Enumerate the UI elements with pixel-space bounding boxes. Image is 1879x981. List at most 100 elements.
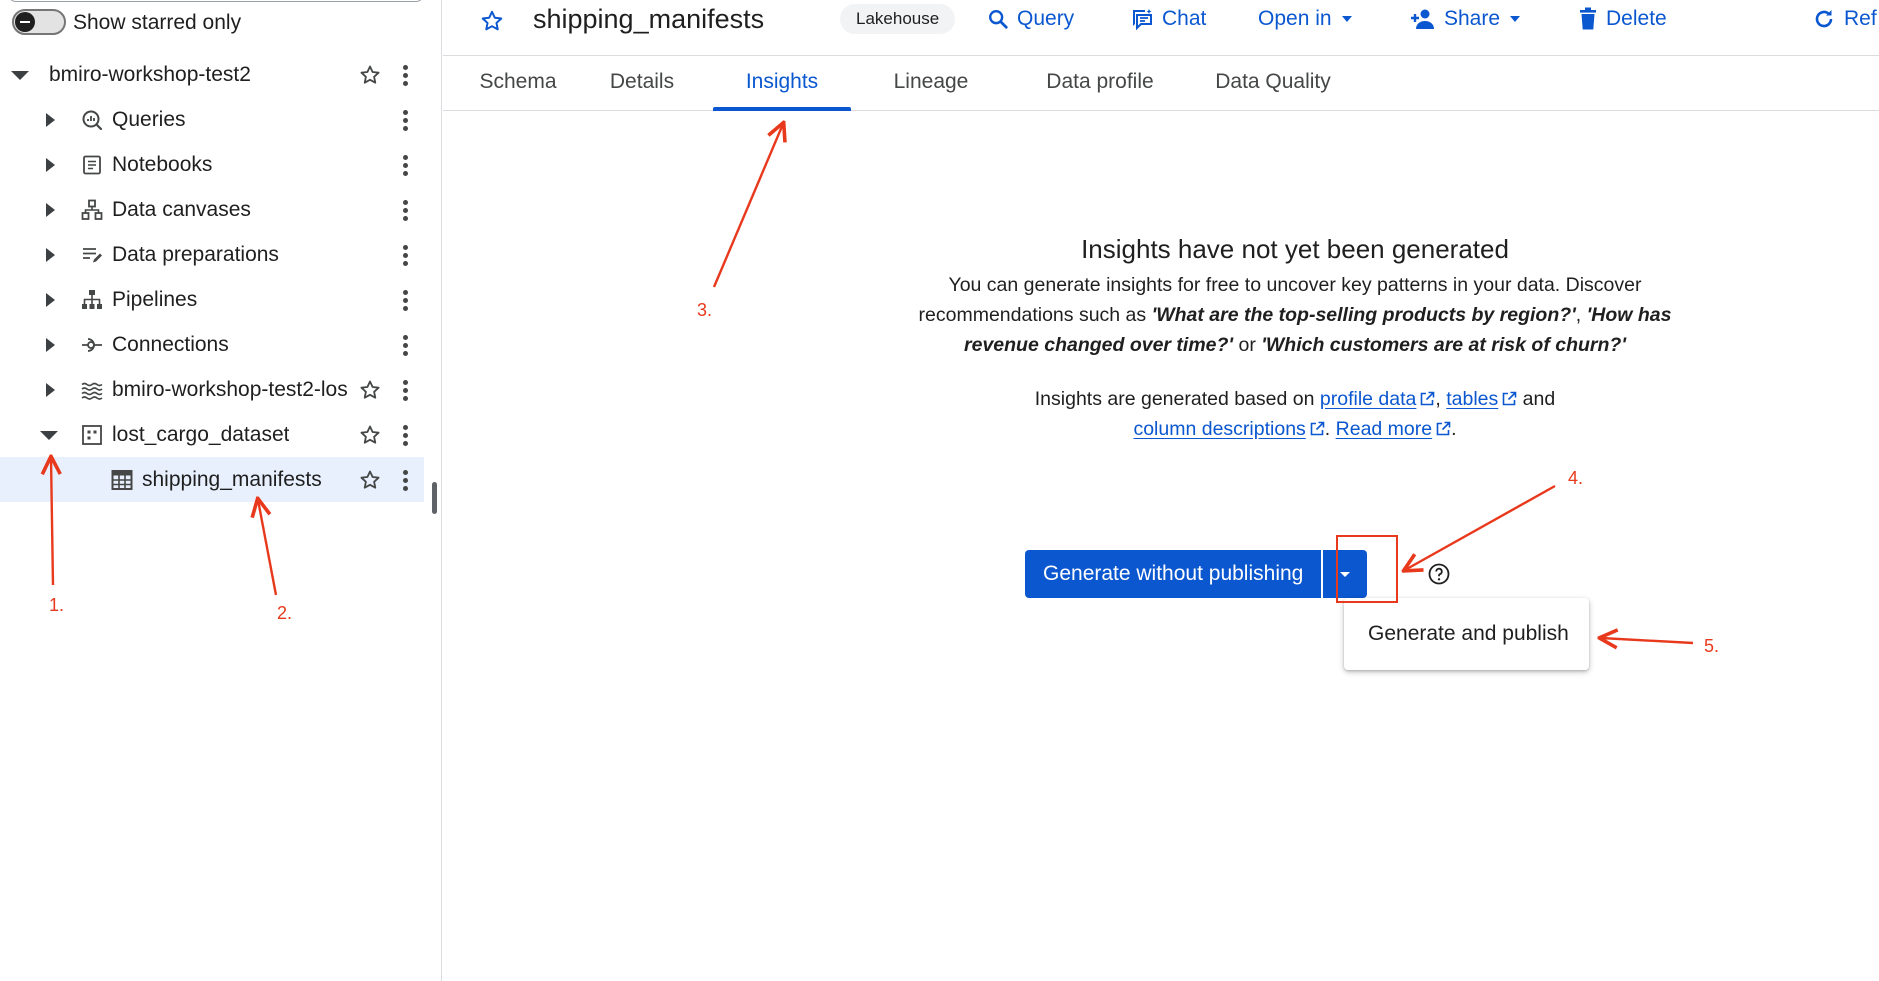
star-icon[interactable] [357,62,383,88]
more-options-icon[interactable] [396,242,414,268]
delete-label: Delete [1606,7,1667,30]
queries-icon [80,108,104,132]
tree-item-queries[interactable]: Queries [0,97,424,142]
explorer-panel: Show starred only bmiro-workshop-test2 Q… [0,0,442,981]
share-label: Share [1444,7,1501,30]
tab-bar: Schema Details Insights Lineage Data pro… [443,56,1879,111]
collapse-project-icon[interactable] [10,65,30,85]
data-preparation-icon [80,243,104,267]
link-text: Read more [1335,418,1433,440]
separator-text: . [1451,418,1457,440]
open-in-button[interactable]: Open in [1258,4,1352,34]
page-title: shipping_manifests [533,4,765,34]
tree-item-pipelines[interactable]: Pipelines [0,277,424,322]
pipeline-icon [80,288,104,312]
profile-data-link[interactable]: profile data [1320,388,1435,410]
star-icon[interactable] [357,377,383,403]
more-options-icon[interactable] [396,467,414,493]
person-add-icon [1411,9,1434,29]
query-button[interactable]: Query [987,4,1074,34]
chevron-down-icon [1510,16,1521,22]
tree-item-label: shipping_manifests [142,468,322,491]
search-field-edge [8,0,424,2]
generate-and-publish-menu-item[interactable]: Generate and publish [1344,598,1589,670]
tree-item-lake[interactable]: bmiro-workshop-test2-los [0,367,424,412]
tree-item-label: lost_cargo_dataset [112,423,290,446]
external-link-icon [1436,421,1451,436]
chat-icon [1133,9,1152,31]
collapse-dataset-icon[interactable] [39,425,59,445]
expand-icon[interactable] [40,290,60,310]
connection-icon [80,333,104,357]
tab-details[interactable]: Details [606,56,678,111]
tree-item-table-selected[interactable]: shipping_manifests [0,457,424,502]
chevron-down-icon [1341,16,1352,22]
refresh-button[interactable]: Ref [1812,4,1877,34]
main-panel: shipping_manifests Lakehouse Query Chat … [443,0,1879,981]
tree-item-notebooks[interactable]: Notebooks [0,142,424,187]
toggle-knob [15,12,35,32]
separator-text: . [1324,418,1336,440]
insights-basis: Insights are generated based on profile … [880,384,1710,444]
chat-button[interactable]: Chat [1130,4,1206,34]
tree-item-label: Queries [112,108,186,131]
generate-options-dropdown[interactable] [1323,550,1368,598]
basis-text: Insights are generated based on [1034,388,1320,410]
tables-link[interactable]: tables [1446,388,1517,410]
expand-icon[interactable] [40,245,60,265]
expand-icon[interactable] [40,380,60,400]
tab-data-profile[interactable]: Data profile [1017,56,1183,111]
tree-item-data-preparations[interactable]: Data preparations [0,232,424,277]
data-canvas-icon [80,198,104,222]
tree-item-label: Data preparations [112,243,279,266]
external-link-icon [1310,421,1325,436]
tab-data-quality[interactable]: Data Quality [1194,56,1352,111]
tab-lineage[interactable]: Lineage [874,56,988,111]
refresh-label: Ref [1844,7,1877,30]
expand-icon[interactable] [40,110,60,130]
expand-icon[interactable] [40,155,60,175]
expand-icon[interactable] [40,200,60,220]
query-label: Query [1017,7,1075,30]
more-options-icon[interactable] [396,152,414,178]
show-starred-toggle[interactable] [12,9,66,35]
tree-item-connections[interactable]: Connections [0,322,424,367]
generate-split-button: Generate without publishing [1025,550,1368,598]
trash-icon [1580,7,1596,30]
tree-item-dataset[interactable]: lost_cargo_dataset [0,412,424,457]
more-options-icon[interactable] [396,62,414,88]
help-icon[interactable] [1427,562,1451,586]
tree-item-label: Connections [112,333,229,356]
link-text: profile data [1319,388,1417,410]
more-options-icon[interactable] [396,332,414,358]
tab-schema[interactable]: Schema [473,56,563,111]
tree-project-row[interactable]: bmiro-workshop-test2 [0,52,424,97]
share-button[interactable]: Share [1410,4,1521,34]
more-options-icon[interactable] [396,377,414,403]
read-more-link[interactable]: Read more [1336,418,1451,440]
more-options-icon[interactable] [396,107,414,133]
generate-without-publishing-button[interactable]: Generate without publishing [1025,550,1322,598]
more-options-icon[interactable] [396,287,414,313]
star-icon[interactable] [477,6,507,36]
sidebar-scrollbar[interactable] [432,482,437,514]
external-link-icon [1502,391,1517,406]
show-starred-label: Show starred only [73,11,242,34]
active-tab-indicator [713,107,851,111]
starred-filter: Show starred only [0,0,424,45]
dataset-icon [80,423,104,447]
chat-label: Chat [1162,7,1207,30]
open-in-label: Open in [1258,7,1332,30]
external-link-icon [1421,391,1435,406]
more-options-icon[interactable] [396,197,414,223]
star-icon[interactable] [357,467,383,493]
example-question: 'Which customers are at risk of churn?' [1261,334,1626,356]
separator-text: , [1435,388,1447,410]
tree-item-data-canvases[interactable]: Data canvases [0,187,424,232]
delete-button[interactable]: Delete [1578,4,1667,34]
column-descriptions-link[interactable]: column descriptions [1133,418,1325,440]
star-icon[interactable] [357,422,383,448]
expand-icon[interactable] [40,335,60,355]
more-options-icon[interactable] [396,422,414,448]
tab-insights[interactable]: Insights [727,56,837,111]
